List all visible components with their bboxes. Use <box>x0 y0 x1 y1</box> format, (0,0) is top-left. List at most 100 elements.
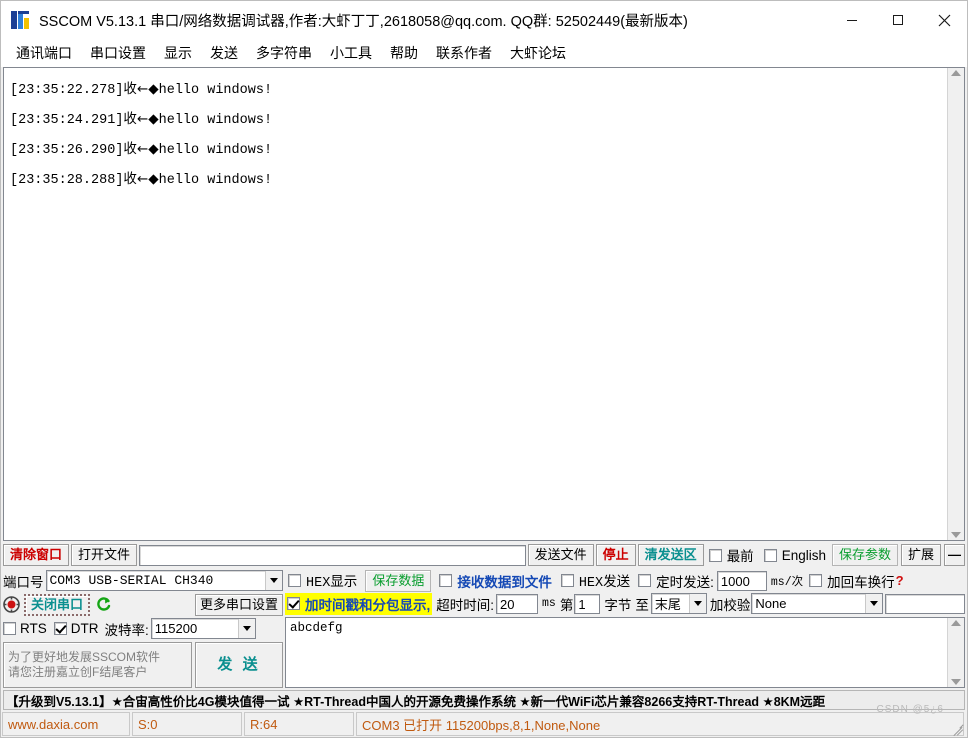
toolbar-row: 清除窗口 打开文件 发送文件 停止 清发送区 最前 English 保存参数 扩… <box>1 541 967 567</box>
chevron-down-icon[interactable] <box>237 619 255 638</box>
watermark: CSDN @5¿6 <box>876 704 944 715</box>
nth-byte-input[interactable]: 1 <box>574 593 601 614</box>
save-data-button[interactable]: 保存数据 <box>365 569 432 592</box>
send-text[interactable]: abcdefg <box>286 618 947 687</box>
menu-item-display[interactable]: 显示 <box>155 41 201 65</box>
scroll-up-icon[interactable] <box>951 620 961 626</box>
range-end-select[interactable]: 末尾 <box>650 593 707 614</box>
status-website[interactable]: www.daxia.com <box>2 712 130 736</box>
collapse-button[interactable]: — <box>944 544 965 566</box>
send-file-button[interactable]: 发送文件 <box>527 544 594 566</box>
help-icon[interactable]: ? <box>896 573 904 588</box>
window-title: SSCOM V5.13.1 串口/网络数据调试器,作者:大虾丁丁,2618058… <box>39 13 688 30</box>
log-line: [23:35:22.278]收←◆hello windows! <box>10 74 943 104</box>
dtr-checkbox[interactable] <box>53 622 67 635</box>
menu-item-contact-author[interactable]: 联系作者 <box>427 41 501 65</box>
registration-promo: 为了更好地发展SSCOM软件 请您注册嘉立创F结尾客户 <box>3 642 192 688</box>
rts-label: RTS <box>20 621 47 636</box>
log-text: hello windows! <box>158 173 273 188</box>
scroll-down-icon[interactable] <box>951 532 961 538</box>
checksum-select[interactable]: None <box>751 593 884 614</box>
close-port-button[interactable]: 关闭串口 <box>24 593 91 616</box>
port-actions-row: 关闭串口 更多串口设置 <box>3 592 283 617</box>
baud-value: 115200 <box>154 621 198 636</box>
menu-item-multi-string[interactable]: 多字符串 <box>247 41 321 65</box>
promo-line-1: 为了更好地发展SSCOM软件 <box>8 650 161 664</box>
port-label: 端口号 <box>3 574 44 590</box>
timestamp-checkbox[interactable] <box>287 597 300 610</box>
to-label: 至 <box>635 597 649 613</box>
topmost-checkbox[interactable] <box>708 548 722 562</box>
config-panel: 端口号 COM3 USB-SERIAL CH340 关闭串口 更多串口设置 RT… <box>1 567 967 688</box>
scroll-down-icon[interactable] <box>951 679 961 685</box>
menu-bar: 通讯端口 串口设置 显示 发送 多字符串 小工具 帮助 联系作者 大虾论坛 <box>1 39 967 67</box>
chevron-down-icon[interactable] <box>688 594 706 613</box>
byte-label: 字节 <box>604 597 632 613</box>
stop-button[interactable]: 停止 <box>595 544 636 566</box>
recv-to-file-label: 接收数据到文件 <box>457 574 552 590</box>
english-checkbox[interactable] <box>763 548 777 562</box>
clear-send-area-button[interactable]: 清发送区 <box>637 544 704 566</box>
receive-text[interactable]: [23:35:22.278]收←◆hello windows! [23:35:2… <box>4 68 947 540</box>
menu-item-forum[interactable]: 大虾论坛 <box>501 41 575 65</box>
log-line: [23:35:26.290]收←◆hello windows! <box>10 134 943 164</box>
hex-send-checkbox[interactable] <box>560 574 574 587</box>
baud-select[interactable]: 115200 <box>150 618 256 639</box>
port-select[interactable]: COM3 USB-SERIAL CH340 <box>45 570 283 591</box>
send-area[interactable]: abcdefg <box>285 617 965 688</box>
menu-item-serial-settings[interactable]: 串口设置 <box>81 41 155 65</box>
log-timestamp: [23:35:24.291] <box>10 113 124 128</box>
menu-item-comm-port[interactable]: 通讯端口 <box>7 41 81 65</box>
timeout-input[interactable]: 20 <box>496 593 539 614</box>
menu-item-send[interactable]: 发送 <box>201 41 247 65</box>
status-bar: www.daxia.com S:0 R:64 COM3 已打开 115200bp… <box>2 704 966 737</box>
chevron-down-icon[interactable] <box>865 594 883 613</box>
log-timestamp: [23:35:22.278] <box>10 83 124 98</box>
menu-item-tools[interactable]: 小工具 <box>321 41 381 65</box>
extend-button[interactable]: 扩展 <box>900 544 941 566</box>
nth-label: 第 <box>559 597 574 613</box>
file-path-input[interactable] <box>139 544 526 566</box>
timed-send-checkbox[interactable] <box>638 574 652 587</box>
crlf-checkbox[interactable] <box>809 574 823 587</box>
timestamp-label: 加时间戳和分包显示, <box>305 597 431 613</box>
status-led-icon <box>3 596 20 613</box>
minimize-button[interactable] <box>829 1 875 39</box>
topmost-label: 最前 <box>726 549 754 564</box>
window-controls <box>829 1 967 39</box>
open-file-button[interactable]: 打开文件 <box>71 544 138 566</box>
title-bar: SSCOM V5.13.1 串口/网络数据调试器,作者:大虾丁丁,2618058… <box>1 1 967 39</box>
send-scrollbar[interactable] <box>947 618 964 687</box>
baud-label: 波特率: <box>104 622 149 638</box>
maximize-button[interactable] <box>875 1 921 39</box>
timed-send-input[interactable]: 1000 <box>716 570 767 591</box>
more-serial-settings-button[interactable]: 更多串口设置 <box>194 593 283 616</box>
recv-to-file-checkbox[interactable] <box>439 574 453 587</box>
refresh-icon[interactable] <box>95 596 112 613</box>
ad-banner[interactable]: 【升级到V5.13.1】★合宙高性价比4G模块值得一试 ★RT-Thread中国… <box>3 690 965 710</box>
port-row: 端口号 COM3 USB-SERIAL CH340 <box>3 569 283 592</box>
receive-scrollbar[interactable] <box>947 68 964 540</box>
log-direction: 收←◆ <box>123 81 159 97</box>
rts-checkbox[interactable] <box>3 622 16 635</box>
log-text: hello windows! <box>158 113 273 128</box>
checksum-extra-input[interactable] <box>885 593 965 614</box>
close-button[interactable] <box>921 1 967 39</box>
scroll-up-icon[interactable] <box>951 70 961 76</box>
checksum-value: None <box>755 596 787 611</box>
port-value: COM3 USB-SERIAL CH340 <box>49 573 214 588</box>
hex-display-checkbox[interactable] <box>288 574 301 587</box>
clear-window-button[interactable]: 清除窗口 <box>3 544 70 566</box>
status-connection: COM3 已打开 115200bps,8,1,None,None <box>356 712 964 736</box>
log-line: [23:35:24.291]收←◆hello windows! <box>10 104 943 134</box>
resize-grip[interactable] <box>950 721 964 737</box>
log-direction: 收←◆ <box>123 111 159 127</box>
save-params-button[interactable]: 保存参数 <box>831 544 898 566</box>
menu-item-help[interactable]: 帮助 <box>381 41 427 65</box>
log-timestamp: [23:35:28.288] <box>10 173 124 188</box>
receive-area[interactable]: [23:35:22.278]收←◆hello windows! [23:35:2… <box>3 67 965 541</box>
send-button[interactable]: 发 送 <box>195 642 283 688</box>
chevron-down-icon[interactable] <box>265 571 282 590</box>
range-end-value: 末尾 <box>654 597 681 612</box>
hex-display-label: HEX显示 <box>306 576 358 591</box>
